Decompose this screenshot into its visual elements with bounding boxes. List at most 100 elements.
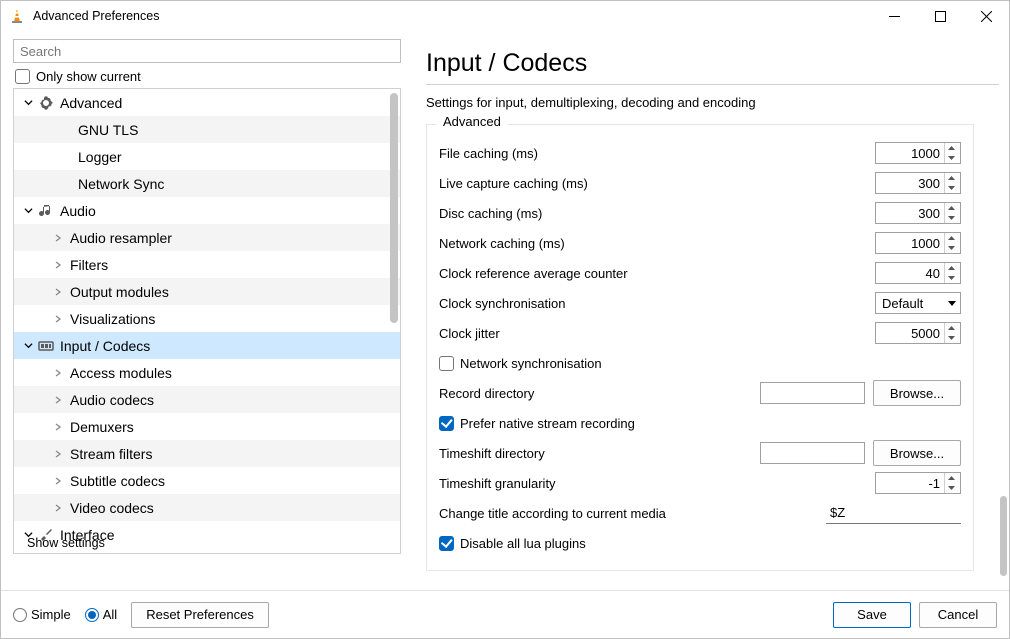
search-input[interactable]: Search <box>13 39 401 63</box>
record-dir-browse-button[interactable]: Browse... <box>873 380 961 406</box>
timeshift-dir-label: Timeshift directory <box>439 446 760 461</box>
maximize-button[interactable] <box>917 1 963 31</box>
footer: Simple All Reset Preferences Save Cancel <box>1 590 1009 638</box>
spin-down-icon[interactable] <box>945 183 958 193</box>
chevron-right-icon <box>50 450 66 458</box>
show-simple-label: Simple <box>31 607 71 622</box>
show-settings-label: Show settings <box>27 536 105 550</box>
chevron-right-icon <box>50 315 66 323</box>
change-title-input[interactable]: $Z <box>826 502 961 524</box>
window: Advanced Preferences Search Only show cu… <box>0 0 1010 639</box>
network-caching-input[interactable] <box>875 232 961 254</box>
window-title: Advanced Preferences <box>33 9 159 23</box>
record-dir-label: Record directory <box>439 386 760 401</box>
network-sync-label: Network synchronisation <box>460 356 602 371</box>
record-dir-input[interactable] <box>760 382 865 404</box>
spin-up-icon[interactable] <box>945 263 958 273</box>
tree-item-access-modules[interactable]: Access modules <box>14 359 400 386</box>
spin-down-icon[interactable] <box>945 483 958 493</box>
change-title-label: Change title according to current media <box>439 506 826 521</box>
tree-item-output-modules[interactable]: Output modules <box>14 278 400 305</box>
reset-preferences-button[interactable]: Reset Preferences <box>131 602 269 628</box>
only-show-current-label: Only show current <box>36 69 141 84</box>
file-caching-input[interactable] <box>875 142 961 164</box>
chevron-right-icon <box>50 504 66 512</box>
spin-down-icon[interactable] <box>945 213 958 223</box>
tree-item-gnu-tls[interactable]: GNU TLS <box>14 116 400 143</box>
tree-item-advanced[interactable]: Advanced <box>14 89 400 116</box>
tree-scrollbar[interactable] <box>390 93 398 323</box>
tree-item-visualizations[interactable]: Visualizations <box>14 305 400 332</box>
tree-item-audio-codecs[interactable]: Audio codecs <box>14 386 400 413</box>
cancel-button[interactable]: Cancel <box>919 602 997 628</box>
clock-sync-combo[interactable]: Default <box>875 292 961 314</box>
tree-item-demuxers[interactable]: Demuxers <box>14 413 400 440</box>
only-show-current-checkbox[interactable] <box>15 69 30 84</box>
minimize-button[interactable] <box>871 1 917 31</box>
spin-up-icon[interactable] <box>945 473 958 483</box>
clock-ref-input[interactable] <box>875 262 961 284</box>
tree-item-stream-filters[interactable]: Stream filters <box>14 440 400 467</box>
tree-item-audio[interactable]: Audio <box>14 197 400 224</box>
chevron-down-icon <box>20 98 36 107</box>
tree-item-video-codecs[interactable]: Video codecs <box>14 494 400 521</box>
chevron-down-icon <box>948 301 956 306</box>
live-caching-input[interactable] <box>875 172 961 194</box>
group-advanced: Advanced File caching (ms) Live capture … <box>426 124 974 571</box>
live-caching-label: Live capture caching (ms) <box>439 176 875 191</box>
chevron-right-icon <box>50 477 66 485</box>
spin-up-icon[interactable] <box>945 143 958 153</box>
spin-up-icon[interactable] <box>945 203 958 213</box>
spin-down-icon[interactable] <box>945 243 958 253</box>
clock-sync-label: Clock synchronisation <box>439 296 875 311</box>
prefer-native-checkbox[interactable] <box>439 416 454 431</box>
chevron-down-icon <box>20 341 36 350</box>
chevron-right-icon <box>50 261 66 269</box>
spin-up-icon[interactable] <box>945 173 958 183</box>
gear-icon <box>36 95 56 111</box>
show-simple-radio[interactable] <box>13 608 27 622</box>
divider <box>426 84 999 85</box>
titlebar: Advanced Preferences <box>1 1 1009 31</box>
timeshift-dir-input[interactable] <box>760 442 865 464</box>
chevron-right-icon <box>50 234 66 242</box>
disc-caching-label: Disc caching (ms) <box>439 206 875 221</box>
timeshift-dir-browse-button[interactable]: Browse... <box>873 440 961 466</box>
tree-item-network-sync[interactable]: Network Sync <box>14 170 400 197</box>
network-caching-label: Network caching (ms) <box>439 236 875 251</box>
disable-lua-checkbox[interactable] <box>439 536 454 551</box>
tree: Advanced GNU TLS Logger Network Sync Aud… <box>13 88 401 554</box>
tree-item-subtitle-codecs[interactable]: Subtitle codecs <box>14 467 400 494</box>
settings-pane: Input / Codecs Settings for input, demul… <box>406 31 1009 590</box>
tree-item-filters[interactable]: Filters <box>14 251 400 278</box>
tree-item-logger[interactable]: Logger <box>14 143 400 170</box>
tree-item-audio-resampler[interactable]: Audio resampler <box>14 224 400 251</box>
timeshift-gran-input[interactable] <box>875 472 961 494</box>
group-advanced-title: Advanced <box>437 114 507 129</box>
prefer-native-label: Prefer native stream recording <box>460 416 635 431</box>
clock-jitter-input[interactable] <box>875 322 961 344</box>
chevron-down-icon <box>20 206 36 215</box>
spin-up-icon[interactable] <box>945 323 958 333</box>
settings-scrollbar[interactable] <box>1000 496 1007 576</box>
page-subtitle: Settings for input, demultiplexing, deco… <box>426 95 999 110</box>
clock-jitter-label: Clock jitter <box>439 326 875 341</box>
network-sync-checkbox[interactable] <box>439 356 454 371</box>
chevron-right-icon <box>50 396 66 404</box>
vlc-cone-icon <box>9 8 25 24</box>
close-button[interactable] <box>963 1 1009 31</box>
tree-item-input-codecs[interactable]: Input / Codecs <box>14 332 400 359</box>
save-button[interactable]: Save <box>833 602 911 628</box>
spin-down-icon[interactable] <box>945 333 958 343</box>
disable-lua-label: Disable all lua plugins <box>460 536 586 551</box>
spin-down-icon[interactable] <box>945 153 958 163</box>
chevron-right-icon <box>50 288 66 296</box>
show-all-radio[interactable] <box>85 608 99 622</box>
codec-icon <box>36 338 56 354</box>
file-caching-label: File caching (ms) <box>439 146 875 161</box>
page-title: Input / Codecs <box>426 49 999 78</box>
spin-down-icon[interactable] <box>945 273 958 283</box>
spin-up-icon[interactable] <box>945 233 958 243</box>
disc-caching-input[interactable] <box>875 202 961 224</box>
show-all-label: All <box>103 607 117 622</box>
